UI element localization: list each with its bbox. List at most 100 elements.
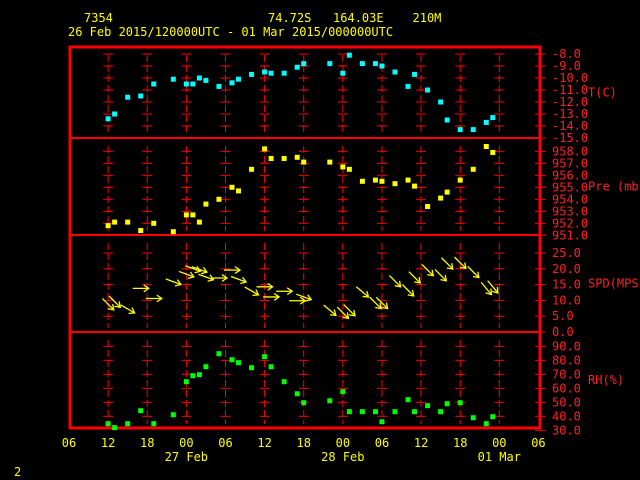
pressure-point <box>249 166 255 172</box>
pressure-point <box>268 156 274 161</box>
wind-arrow <box>355 286 370 298</box>
pressure-point <box>327 159 333 165</box>
date-label: 28 Feb <box>321 450 364 464</box>
pressure-point <box>281 156 287 161</box>
temperature-point <box>125 94 131 100</box>
temperature-point <box>444 117 450 123</box>
pressure-point <box>412 183 418 189</box>
pressure-point <box>470 166 476 172</box>
rh-point <box>425 403 431 409</box>
rh-point <box>268 364 274 370</box>
grid <box>68 45 546 431</box>
temperature-point <box>112 111 118 117</box>
temperature-point <box>262 69 268 75</box>
wind-arrow <box>276 287 294 296</box>
pressure-point <box>425 204 431 209</box>
rh-point <box>170 412 176 418</box>
pressure-point <box>151 220 157 226</box>
rh-point <box>346 409 352 415</box>
wind-arrow <box>421 263 435 277</box>
y-tick-label: 0.0 <box>552 325 574 339</box>
pressure-point <box>392 181 398 187</box>
temperature-point <box>105 116 111 122</box>
rh-point <box>444 401 450 407</box>
y-tick-label: 40.0 <box>552 409 581 423</box>
x-tick-label: 06 <box>531 436 545 450</box>
rh-point <box>392 409 398 415</box>
temperature-point <box>301 61 307 67</box>
temperature-point <box>405 83 411 89</box>
rh-point <box>229 357 235 363</box>
temperature-point <box>470 127 476 133</box>
y-tick-label: 70.0 <box>552 367 581 381</box>
wind-arrow <box>434 269 448 282</box>
rh-point <box>327 398 333 404</box>
wind-arrow <box>224 266 242 274</box>
rh-point <box>190 373 196 379</box>
temperature-point <box>268 70 274 76</box>
rh-point <box>483 421 489 427</box>
rh-point <box>457 400 463 406</box>
y-tick-label: -15.0 <box>552 131 588 145</box>
pressure-point <box>405 177 411 183</box>
y-tick-label: 25.0 <box>552 246 581 260</box>
wind-arrow <box>369 296 382 310</box>
wind-arrow <box>467 265 480 279</box>
x-tick-label: 18 <box>453 436 467 450</box>
pressure-point <box>112 219 118 225</box>
x-tick-label: 06 <box>62 436 76 450</box>
pressure-point <box>262 146 268 152</box>
pressure-point <box>483 144 489 149</box>
rh-point <box>372 409 378 415</box>
rh-point <box>438 409 444 415</box>
temperature-point <box>170 76 176 82</box>
plot-frame <box>68 45 542 430</box>
pressure-point <box>379 178 385 184</box>
pressure-point <box>216 196 222 202</box>
y-tick-label: 60.0 <box>552 381 581 395</box>
rh-point <box>249 365 255 371</box>
rh-point <box>490 414 496 420</box>
temperature-point <box>281 70 287 76</box>
pressure-point <box>183 212 189 218</box>
x-tick-label: 00 <box>492 436 506 450</box>
wind-arrow <box>323 304 337 317</box>
rh-point <box>412 409 418 415</box>
pressure-point <box>105 223 111 229</box>
y-tick-label: 951.0 <box>552 228 588 242</box>
page-number: 2 <box>14 465 21 479</box>
y-tick-label: 50.0 <box>552 395 581 409</box>
rh-point <box>359 409 365 415</box>
rh-point <box>262 354 268 360</box>
y-tick-label: 30.0 <box>552 423 581 437</box>
temperature-point <box>138 93 144 99</box>
temperature-point <box>216 83 222 89</box>
pressure-point <box>359 178 365 184</box>
panel-label-2: SPD(MPS) <box>588 277 640 291</box>
temperature-point <box>412 71 418 77</box>
rh-point <box>294 391 300 397</box>
y-tick-label: 15.0 <box>552 278 581 292</box>
rh-point <box>470 415 476 421</box>
rh-point <box>183 379 189 385</box>
wind-arrow <box>401 284 415 297</box>
temperature-point <box>425 87 431 93</box>
temperature-point <box>483 119 489 125</box>
rh-point <box>151 421 157 427</box>
y-tick-label: 80.0 <box>552 353 581 367</box>
pressure-point <box>301 159 307 165</box>
temperature-point <box>372 61 378 67</box>
pressure-point <box>438 195 444 201</box>
wind-arrow <box>408 271 422 284</box>
pressure-point <box>444 189 450 195</box>
temperature-point <box>294 64 300 70</box>
wind-arrow <box>343 304 356 317</box>
station-meteogram: 7354 74.72S 164.03E 210M 26 Feb 2015/120… <box>14 11 640 479</box>
rh-point <box>216 351 222 357</box>
y-tick-label: 90.0 <box>552 339 581 353</box>
y-tick-label: 20.0 <box>552 262 581 276</box>
rh-point <box>340 389 346 395</box>
pressure-point <box>340 164 346 170</box>
rh-point <box>236 360 242 366</box>
rh-point <box>112 425 118 431</box>
